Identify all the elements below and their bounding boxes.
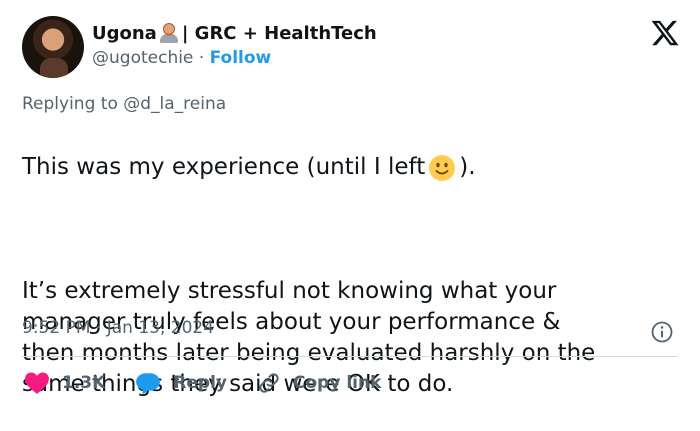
tweet-line-1-end: ). xyxy=(459,154,476,180)
author-handle[interactable]: @ugotechie xyxy=(92,48,193,68)
x-logo-icon[interactable] xyxy=(650,18,680,48)
tweet-line-1-text: This was my experience (until I left xyxy=(22,154,426,180)
copy-link-button[interactable]: Copy link xyxy=(257,371,381,395)
tweet-timestamp[interactable]: 9:52 PM · Jan 13, 2024 xyxy=(22,318,214,338)
woman-technologist-emoji xyxy=(158,22,180,44)
reply-bubble-icon xyxy=(136,373,161,395)
like-button[interactable]: 1.3K xyxy=(24,371,105,395)
reply-label: Reply xyxy=(173,373,227,393)
handle-separator: · xyxy=(198,48,205,68)
like-count: 1.3K xyxy=(62,373,106,393)
author-name-suffix[interactable]: | GRC + HealthTech xyxy=(182,23,377,44)
heart-icon xyxy=(25,372,49,394)
tweet-line-1: This was my experience (until I left ). xyxy=(22,152,682,183)
author-name-row: Ugona | GRC + HealthTech xyxy=(92,20,377,46)
copy-link-label: Copy link xyxy=(293,373,382,393)
action-bar: 1.3K Reply Copy link xyxy=(24,368,411,398)
reply-button[interactable]: Reply xyxy=(135,371,227,395)
tweet-card: Ugona | GRC + HealthTech @ugotechie · Fo… xyxy=(0,0,700,410)
info-icon[interactable] xyxy=(650,320,674,344)
author-handle-row: @ugotechie · Follow xyxy=(92,48,271,68)
follow-button[interactable]: Follow xyxy=(210,48,272,68)
replying-to[interactable]: Replying to @d_la_reina xyxy=(22,94,226,114)
slightly-smiling-face-emoji xyxy=(429,154,456,181)
divider xyxy=(22,356,678,357)
author-avatar[interactable] xyxy=(22,16,84,78)
link-icon xyxy=(259,373,279,393)
author-name[interactable]: Ugona xyxy=(92,23,157,44)
